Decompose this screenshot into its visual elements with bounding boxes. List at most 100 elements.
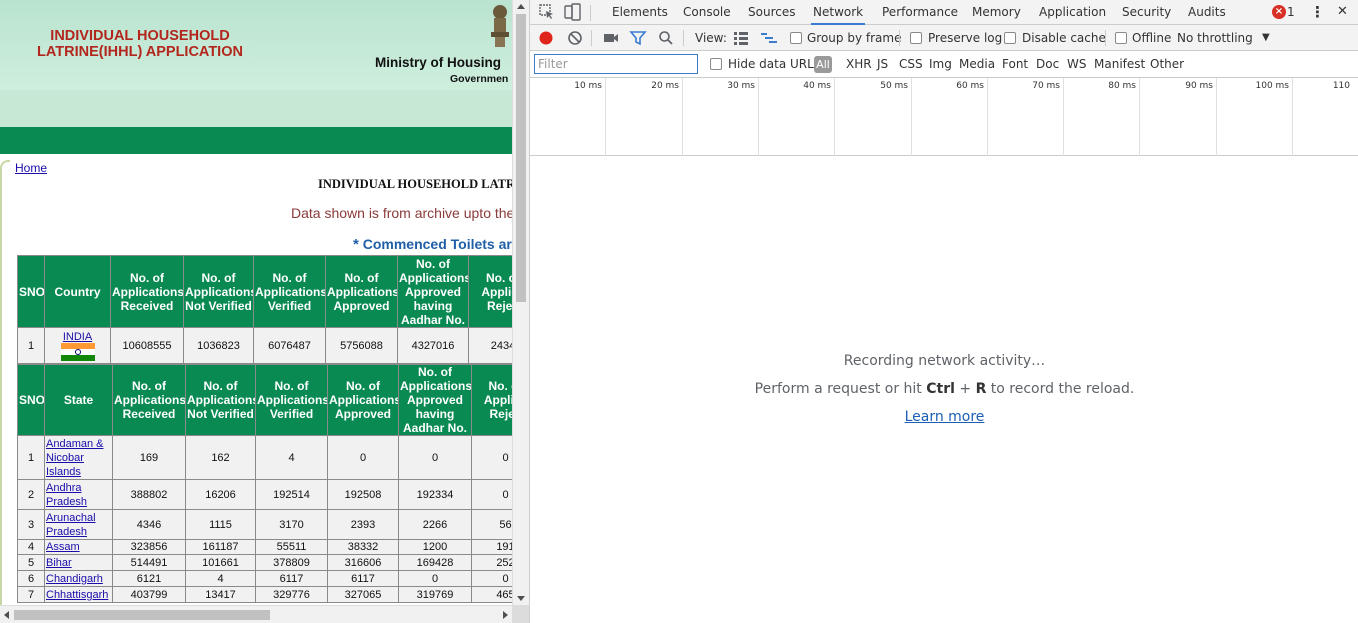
filter-type-font[interactable]: Font [1002,51,1028,78]
received-cell: 323856 [112,539,186,555]
filter-type-js[interactable]: JS [877,51,888,78]
page-vertical-scrollbar[interactable] [512,0,529,605]
record-icon[interactable] [537,29,555,47]
not-verified-cell: 101661 [185,554,256,571]
aadhar-cell: 319769 [398,586,472,603]
approved-cell: 0 [327,435,399,480]
state-link[interactable]: Chhattisgarh [46,589,108,601]
filter-icon[interactable] [629,29,647,47]
not-verified-cell: 4 [185,570,256,587]
page-heading: INDIVIDUAL HOUSEHOLD LATRIN [318,177,512,191]
group-by-frame-label[interactable]: Group by frame [807,25,901,51]
chevron-down-icon[interactable]: ▼ [1262,25,1270,51]
waterfall-overview-icon[interactable] [760,29,778,47]
table-row: 1 INDIA 10608555 1036823 6076487 5756088… [17,327,512,364]
throttling-select[interactable]: No throttling [1177,25,1253,51]
tab-elements[interactable]: Elements [610,0,670,25]
rejected-cell: 2434 [468,327,512,364]
clear-icon[interactable] [566,29,584,47]
state-link[interactable]: Chandigarh [46,573,103,585]
large-rows-icon[interactable] [732,29,750,47]
table-row: 7 Chhattisgarh 403799 13417 329776 327065 3197… [17,586,512,603]
scroll-up-icon[interactable] [517,4,525,9]
country-link[interactable]: INDIA [46,331,109,343]
scroll-down-icon[interactable] [517,596,525,601]
scroll-right-icon[interactable] [503,611,508,619]
vertical-scroll-thumb[interactable] [516,14,526,302]
aadhar-cell: 0 [398,435,472,480]
error-count[interactable]: 1 [1287,0,1295,25]
preserve-log-label[interactable]: Preserve log [928,25,1002,51]
aadhar-cell: 1200 [398,539,472,555]
aadhar-cell: 169428 [398,554,472,571]
disable-cache-checkbox[interactable] [1004,32,1016,44]
filter-input[interactable] [534,54,698,74]
home-link[interactable]: Home [15,161,47,175]
approved-cell: 2393 [327,509,399,540]
rejected-cell: 0 [471,435,512,480]
filter-type-other[interactable]: Other [1150,51,1184,78]
state-link[interactable]: Andaman & Nicobar Islands [46,438,103,478]
more-options-icon[interactable]: ⋮ [1308,0,1327,25]
inspect-element-icon[interactable] [538,3,556,21]
filter-type-all[interactable]: All [814,56,832,73]
not-verified-cell: 1115 [185,509,256,540]
table-row: 5Bihar 514491101661378809316606169428252 [17,554,512,571]
scroll-left-icon[interactable] [4,611,9,619]
tab-security[interactable]: Security [1120,0,1173,25]
search-icon[interactable] [657,29,675,47]
approved-cell: 192508 [327,479,399,510]
tab-memory[interactable]: Memory [970,0,1023,25]
network-empty-state: Recording network activity… Perform a re… [530,157,1358,623]
tab-network[interactable]: Network [811,0,866,25]
tab-console[interactable]: Console [681,0,733,25]
received-cell: 10608555 [110,327,184,364]
toolbar-divider [683,30,684,46]
not-verified-cell: 16206 [185,479,256,510]
page-horizontal-scrollbar[interactable] [0,605,512,623]
state-link[interactable]: Assam [46,541,80,553]
hide-data-urls-label[interactable]: Hide data URLs [728,51,820,78]
tab-performance[interactable]: Performance [880,0,960,25]
sno-cell: 6 [17,570,45,587]
site-title: INDIVIDUAL HOUSEHOLD LATRINE(IHHL) APPLI… [20,28,260,60]
received-cell: 6121 [112,570,186,587]
hide-data-urls-checkbox[interactable] [710,58,722,70]
offline-checkbox[interactable] [1115,32,1127,44]
received-cell: 514491 [112,554,186,571]
state-cell: Andaman & Nicobar Islands [44,435,113,480]
approved-cell: 5756088 [325,327,398,364]
filter-type-img[interactable]: Img [929,51,952,78]
offline-label[interactable]: Offline [1132,25,1171,51]
state-link[interactable]: Arunachal Pradesh [46,512,96,538]
timeline-tick-label: 110 [1332,81,1350,91]
filter-type-manifest[interactable]: Manifest [1094,51,1145,78]
error-icon[interactable]: × [1272,5,1286,19]
filter-type-media[interactable]: Media [959,51,995,78]
tab-audits[interactable]: Audits [1186,0,1228,25]
close-devtools-icon[interactable]: ✕ [1335,0,1350,25]
tab-sources[interactable]: Sources [746,0,797,25]
state-header-cell: No. of Applica Rejec [471,364,512,436]
shortcut-ctrl: Ctrl [926,381,955,397]
table-row: 6 Chandigarh 6121 4 6117 6117 0 0 [17,570,512,587]
disable-cache-label[interactable]: Disable cache [1022,25,1106,51]
filter-type-css[interactable]: CSS [899,51,923,78]
table-row: 4Assam 32385616118755511383321200191 [17,539,512,555]
not-verified-cell: 162 [185,435,256,480]
filter-type-ws[interactable]: WS [1067,51,1086,78]
learn-more-link[interactable]: Learn more [530,409,1358,425]
filter-type-doc[interactable]: Doc [1036,51,1059,78]
network-overview-timeline[interactable]: 10 ms 20 ms 30 ms 40 ms 50 ms 60 ms 70 ms 80 ms… [530,78,1358,156]
state-link[interactable]: Andhra Pradesh [46,482,87,508]
group-by-frame-checkbox[interactable] [790,32,802,44]
horizontal-scroll-thumb[interactable] [14,610,270,620]
state-cell: Assam [44,539,113,555]
screenshot-camera-icon[interactable] [602,29,620,47]
scrollbar-corner [512,605,529,623]
filter-type-xhr[interactable]: XHR [846,51,872,78]
preserve-log-checkbox[interactable] [910,32,922,44]
state-link[interactable]: Bihar [46,557,72,569]
device-toolbar-icon[interactable] [563,3,581,21]
tab-application[interactable]: Application [1037,0,1108,25]
